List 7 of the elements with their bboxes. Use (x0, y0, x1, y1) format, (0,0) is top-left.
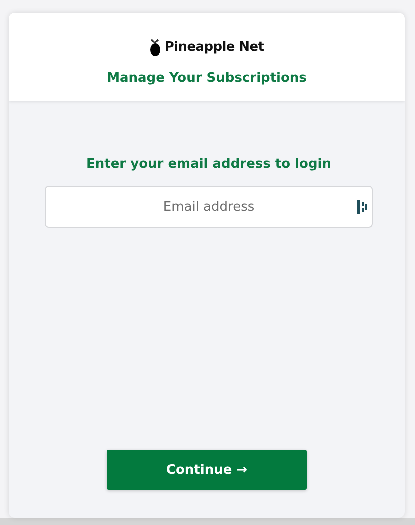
page-title: Manage Your Subscriptions (107, 71, 307, 86)
login-prompt: Enter your email address to login (86, 157, 332, 172)
continue-button[interactable]: Continue → (107, 450, 307, 490)
brand-name: Pineapple Net (164, 40, 264, 55)
pineapple-icon (150, 38, 161, 57)
email-field[interactable]: Email address (45, 186, 373, 228)
password-manager-icon (357, 200, 368, 214)
